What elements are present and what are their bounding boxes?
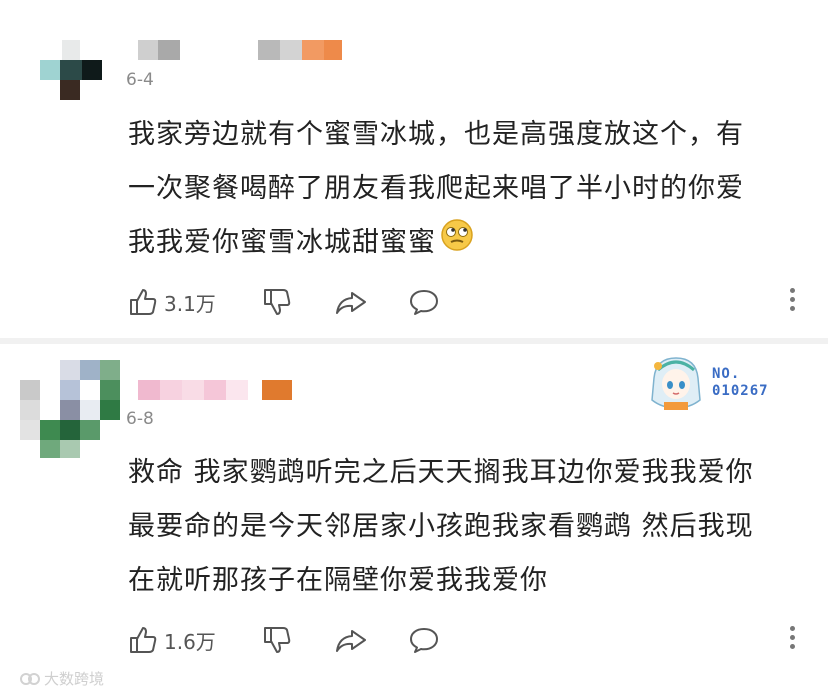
comment-bubble-icon <box>410 290 438 315</box>
more-vertical-icon[interactable] <box>788 286 796 318</box>
comment-text: 我家旁边就有个蜜雪冰城，也是高强度放这个，有 一次聚餐喝醉了朋友看我爬起来唱了半… <box>128 108 744 271</box>
watermark-text: 大数跨境 <box>44 670 105 688</box>
badge-digits: 010267 <box>712 383 769 399</box>
comment-bubble-icon <box>410 628 438 653</box>
share-icon <box>336 292 366 314</box>
comment-item: 6-4 我家旁边就有个蜜雪冰城，也是高强度放这个，有 一次聚餐喝醉了朋友看我爬起… <box>0 0 828 338</box>
comment-date: 6-8 <box>126 409 154 429</box>
comment-line-text: 我我爱你蜜雪冰城甜蜜蜜 <box>128 227 436 258</box>
comment-line: 我我爱你蜜雪冰城甜蜜蜜 <box>128 216 744 271</box>
like-button[interactable]: 3.1万 <box>128 284 216 320</box>
more-vertical-icon[interactable] <box>788 624 796 656</box>
comment-line: 一次聚餐喝醉了朋友看我爬起来唱了半小时的你爱 <box>128 173 744 204</box>
comment-line: 救命 我家鹦鹉听完之后天天搁我耳边你爱我我爱你 <box>128 457 754 488</box>
comment-line: 在就听那孩子在隔壁你爱我我爱你 <box>128 565 548 596</box>
share-button[interactable] <box>334 284 368 320</box>
comment-item: 6-8 NO. 010267 救命 我家鹦鹉听完之后天天搁我耳边你爱我我爱你 最… <box>0 344 828 696</box>
thumbs-up-icon <box>130 627 157 653</box>
comment-text: 救命 我家鹦鹉听完之后天天搁我耳边你爱我我爱你 最要命的是今天邻居家小孩跑我家看… <box>128 446 754 608</box>
comment-line: 我家旁边就有个蜜雪冰城，也是高强度放这个，有 <box>128 119 744 150</box>
thumbs-down-icon <box>264 627 291 653</box>
rolling-eyes-emoji <box>440 217 474 271</box>
dislike-button[interactable] <box>262 622 292 658</box>
badge-number: NO. 010267 <box>712 366 769 400</box>
like-count: 3.1万 <box>164 291 216 316</box>
reply-button[interactable] <box>408 284 440 320</box>
thumbs-up-icon <box>130 289 157 315</box>
watermark: 大数跨境 <box>20 668 104 689</box>
avatar[interactable] <box>20 360 120 458</box>
share-button[interactable] <box>334 622 368 658</box>
thumbs-down-icon <box>264 289 291 315</box>
like-button[interactable]: 1.6万 <box>128 622 216 658</box>
like-count: 1.6万 <box>164 629 216 654</box>
comment-actions: 1.6万 <box>128 622 808 658</box>
watermark-logo-icon <box>20 672 40 685</box>
fan-badge: NO. 010267 <box>646 352 796 412</box>
comment-line: 最要命的是今天邻居家小孩跑我家看鹦鹉 然后我现 <box>128 511 754 542</box>
dislike-button[interactable] <box>262 284 292 320</box>
share-icon <box>336 630 366 652</box>
anime-avatar-icon <box>651 357 701 410</box>
badge-label: NO. <box>712 366 741 382</box>
username-blurred[interactable] <box>138 40 348 60</box>
comment-date: 6-4 <box>126 70 154 90</box>
username-blurred[interactable] <box>138 380 298 400</box>
reply-button[interactable] <box>408 622 440 658</box>
avatar[interactable] <box>40 40 102 102</box>
comment-actions: 3.1万 <box>128 284 808 320</box>
